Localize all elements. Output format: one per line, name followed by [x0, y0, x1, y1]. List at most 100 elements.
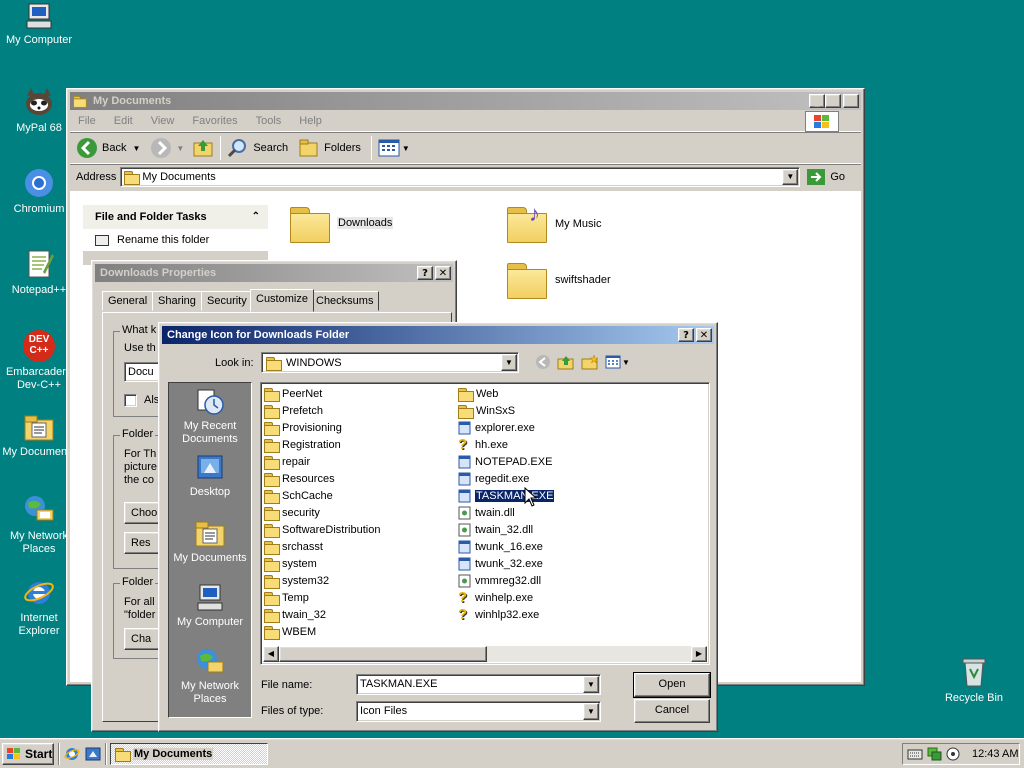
exe-file-icon	[458, 557, 471, 571]
desktop-icon-my-computer[interactable]: My Computer	[0, 2, 78, 47]
start-button[interactable]: Start	[2, 743, 54, 765]
go-button[interactable]: Go	[806, 168, 845, 186]
list-item[interactable]: security	[264, 505, 320, 522]
place-my-computer[interactable]: My Computer	[169, 583, 251, 629]
list-item[interactable]: Web	[458, 386, 498, 403]
task-rename[interactable]: Rename this folder	[83, 229, 268, 251]
folder-item-swiftshader[interactable]: swiftshader	[507, 261, 637, 301]
views-button[interactable]: ▼	[378, 139, 410, 157]
internet-explorer-icon[interactable]	[64, 746, 80, 762]
chevron-down-icon[interactable]: ▼	[583, 676, 599, 693]
list-item[interactable]: ? winhelp.exe	[458, 590, 533, 606]
list-item[interactable]: NOTEPAD.EXE	[458, 454, 552, 470]
folders-button[interactable]: Folders	[298, 137, 361, 159]
cancel-button[interactable]: Cancel	[634, 699, 710, 723]
network-tray-icon[interactable]	[926, 746, 942, 762]
chevron-down-icon[interactable]: ▼	[501, 354, 517, 371]
taskbar-button-my-documents[interactable]: My Documents	[110, 743, 268, 765]
tab-sharing[interactable]: Sharing	[152, 291, 202, 311]
place-my-documents[interactable]: My Documents	[169, 519, 251, 565]
list-item[interactable]: TASKMAN.EXE	[458, 488, 556, 504]
list-item[interactable]: ? hh.exe	[458, 437, 508, 453]
list-item[interactable]: vmmreg32.dll	[458, 573, 541, 589]
minimize-button[interactable]: _	[809, 94, 825, 108]
desktop-icon-recycle-bin[interactable]: Recycle Bin	[935, 656, 1013, 705]
help-button[interactable]: ?	[678, 328, 694, 342]
address-input[interactable]: My Documents ▼	[120, 166, 801, 187]
list-item[interactable]: PeerNet	[264, 386, 322, 403]
menu-file[interactable]: File	[78, 115, 96, 127]
open-button[interactable]: Open	[633, 672, 711, 698]
list-item[interactable]: WBEM	[264, 624, 316, 641]
tasks-pane: File and Folder Tasks ⌃ Rename this fold…	[83, 205, 268, 265]
help-button[interactable]: ?	[417, 266, 433, 280]
folder-item-my-music[interactable]: ♪ My Music	[507, 201, 637, 245]
list-item[interactable]: twunk_32.exe	[458, 556, 543, 572]
menu-help[interactable]: Help	[299, 115, 322, 127]
scroll-left-button[interactable]: ◀	[263, 646, 279, 662]
file-name-label: system	[282, 558, 317, 570]
volume-icon[interactable]	[945, 746, 961, 762]
menu-favorites[interactable]: Favorites	[192, 115, 237, 127]
devcpp-icon: DEV C++	[23, 330, 55, 362]
list-item[interactable]: SoftwareDistribution	[264, 522, 380, 539]
show-desktop-icon[interactable]	[85, 746, 101, 762]
new-folder-icon[interactable]	[581, 354, 599, 370]
scroll-thumb[interactable]	[279, 646, 487, 662]
list-item[interactable]: twain_32	[264, 607, 326, 624]
list-item[interactable]: twunk_16.exe	[458, 539, 543, 555]
list-item[interactable]: ? winhlp32.exe	[458, 607, 539, 623]
menu-tools[interactable]: Tools	[256, 115, 282, 127]
tab-checksums[interactable]: Checksums	[310, 291, 380, 311]
close-button[interactable]: ✕	[843, 94, 859, 108]
maximize-button[interactable]: □	[825, 94, 841, 108]
file-name-input[interactable]: TASKMAN.EXE ▼	[356, 674, 601, 695]
tab-general[interactable]: General	[102, 291, 154, 311]
keyboard-icon[interactable]	[907, 747, 923, 761]
menu-view[interactable]: View	[151, 115, 175, 127]
back-arrow-icon[interactable]	[535, 354, 551, 370]
scroll-right-button[interactable]: ▶	[691, 646, 707, 662]
list-item[interactable]: SchCache	[264, 488, 333, 505]
look-in-select[interactable]: WINDOWS ▼	[261, 352, 519, 373]
close-button[interactable]: ✕	[696, 328, 712, 342]
list-item[interactable]: system32	[264, 573, 329, 590]
place-recent-documents[interactable]: My Recent Documents	[169, 387, 251, 446]
back-button[interactable]: Back ▼	[76, 137, 140, 159]
list-item[interactable]: Provisioning	[264, 420, 342, 437]
tasks-header[interactable]: File and Folder Tasks ⌃	[83, 205, 268, 229]
place-network[interactable]: My Network Places	[169, 647, 251, 706]
folder-item-downloads[interactable]: Downloads	[290, 205, 410, 245]
place-desktop[interactable]: Desktop	[169, 453, 251, 499]
menu-edit[interactable]: Edit	[114, 115, 133, 127]
dll-file-icon	[458, 506, 471, 520]
list-item[interactable]: system	[264, 556, 317, 573]
tab-security[interactable]: Security	[201, 291, 253, 311]
list-item[interactable]: WinSxS	[458, 403, 515, 420]
file-name-label: twunk_32.exe	[475, 558, 543, 570]
list-item[interactable]: repair	[264, 454, 310, 471]
address-dropdown-button[interactable]: ▼	[782, 168, 799, 185]
list-item[interactable]: srchasst	[264, 539, 323, 556]
chevron-down-icon[interactable]: ▼	[583, 703, 599, 720]
list-item[interactable]: twain_32.dll	[458, 522, 533, 538]
up-folder-icon[interactable]	[557, 354, 575, 370]
also-apply-checkbox[interactable]	[124, 394, 137, 407]
search-button[interactable]: Search	[227, 137, 288, 159]
list-item[interactable]: Resources	[264, 471, 335, 488]
up-folder-button[interactable]	[192, 136, 214, 161]
list-item[interactable]: Registration	[264, 437, 341, 454]
list-item[interactable]: Temp	[264, 590, 309, 607]
horizontal-scrollbar[interactable]: ◀ ▶	[263, 646, 707, 662]
tab-customize[interactable]: Customize	[250, 289, 314, 312]
list-item[interactable]: twain.dll	[458, 505, 515, 521]
folder-icon	[290, 207, 330, 243]
clock[interactable]: 12:43 AM	[972, 748, 1018, 760]
file-type-select[interactable]: Icon Files ▼	[356, 701, 601, 722]
list-item[interactable]: explorer.exe	[458, 420, 535, 436]
list-item[interactable]: Prefetch	[264, 403, 323, 420]
list-item[interactable]: regedit.exe	[458, 471, 529, 487]
view-menu-button[interactable]: ▼	[605, 355, 630, 369]
close-button[interactable]: ✕	[435, 266, 451, 280]
forward-button[interactable]: ▼	[150, 137, 184, 159]
